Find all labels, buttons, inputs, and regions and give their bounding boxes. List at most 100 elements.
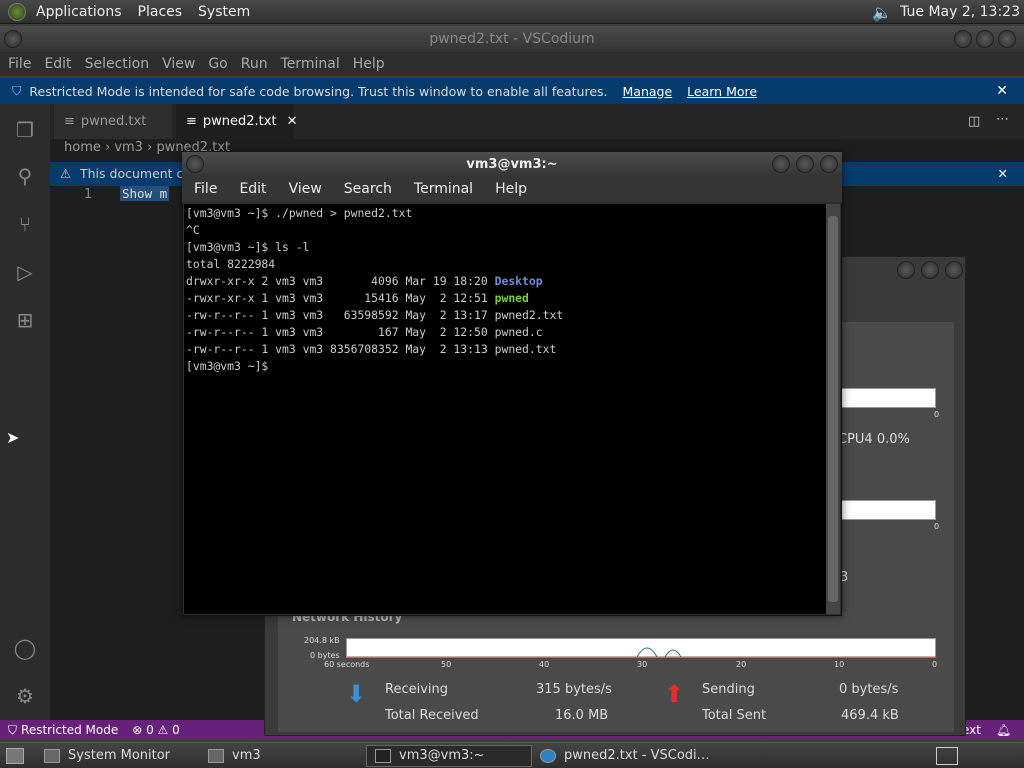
maximize-button[interactable]: [921, 261, 939, 279]
tab-label: pwned.txt: [80, 114, 147, 129]
task-terminal[interactable]: vm3@vm3:~: [366, 744, 532, 767]
split-editor-icon[interactable]: ◫: [968, 114, 980, 129]
distro-logo-icon[interactable]: [8, 2, 26, 21]
term-menu-view[interactable]: View: [289, 181, 322, 197]
upload-arrow-icon: ⬆: [664, 680, 685, 708]
show-desktop-icon[interactable]: [6, 747, 24, 764]
applications-menu[interactable]: Applications: [36, 4, 122, 20]
vscode-titlebar[interactable]: pwned2.txt - VSCodium: [0, 26, 1024, 52]
menu-terminal[interactable]: Terminal: [281, 56, 340, 72]
menu-go[interactable]: Go: [208, 56, 227, 72]
receiving-value: 315 bytes/s: [536, 682, 612, 697]
network-graph: [346, 638, 937, 658]
close-button[interactable]: [820, 155, 838, 173]
term-menu-help[interactable]: Help: [495, 181, 527, 197]
warning-icon: ⚠: [60, 166, 72, 181]
line-number: 1: [84, 187, 93, 202]
menu-help[interactable]: Help: [353, 56, 385, 72]
terminal-line: ^C: [186, 223, 200, 237]
minimize-button[interactable]: [897, 261, 915, 279]
window-menu-button[interactable]: [4, 30, 22, 48]
close-icon[interactable]: ✕: [996, 83, 1008, 99]
menu-edit[interactable]: Edit: [44, 56, 71, 72]
term-menu-file[interactable]: File: [194, 181, 217, 197]
network-graph-lines: [347, 647, 937, 658]
menu-view[interactable]: View: [162, 56, 195, 72]
terminal-line: -rw-r--r-- 1 vm3 vm3 63598592 May 2 13:1…: [186, 308, 564, 322]
close-icon[interactable]: ✕: [998, 166, 1008, 181]
receiving-label: Receiving: [385, 682, 449, 697]
file-lines-icon: ≡: [186, 114, 197, 129]
source-control-icon[interactable]: ⑂: [13, 212, 37, 236]
window-menu-button[interactable]: [186, 155, 204, 173]
sending-value: 0 bytes/s: [839, 682, 899, 697]
close-icon[interactable]: ✕: [287, 114, 298, 129]
terminal-line: total 8222984: [186, 257, 276, 271]
minimize-button[interactable]: [772, 155, 790, 173]
dir-name: Desktop: [494, 274, 543, 288]
net-x-label: 10: [834, 660, 845, 669]
breadcrumb-home[interactable]: home: [64, 140, 101, 155]
task-label: pwned2.txt - VSCodi…: [564, 748, 710, 763]
system-menu[interactable]: System: [198, 4, 250, 20]
net-x-label: 20: [736, 660, 747, 669]
menu-file[interactable]: File: [8, 56, 31, 72]
minimize-button[interactable]: [954, 30, 972, 48]
net-x-label: 0: [932, 660, 938, 669]
term-menu-edit[interactable]: Edit: [239, 181, 266, 197]
learn-more-link[interactable]: Learn More: [687, 84, 757, 99]
account-icon[interactable]: ◯: [13, 636, 37, 660]
close-button[interactable]: [945, 261, 963, 279]
restricted-label: Restricted Mode: [21, 723, 119, 737]
cpu-axis-zero: 0: [934, 410, 940, 419]
shield-icon: ⛉: [12, 83, 22, 98]
term-menu-terminal[interactable]: Terminal: [414, 181, 473, 197]
task-system-monitor[interactable]: System Monitor: [36, 745, 200, 767]
maximize-button[interactable]: [976, 30, 994, 48]
breadcrumb-vm3[interactable]: vm3: [114, 140, 143, 155]
shield-icon: ⛉: [8, 722, 18, 737]
menu-run[interactable]: Run: [241, 56, 268, 72]
task-label: System Monitor: [68, 748, 171, 763]
scrollbar-thumb[interactable]: [828, 216, 838, 602]
exe-name: pwned: [494, 291, 529, 305]
bell-icon[interactable]: 🔔︎: [996, 723, 1011, 737]
task-vscodium[interactable]: pwned2.txt - VSCodi…: [532, 745, 732, 767]
maximize-button[interactable]: [796, 155, 814, 173]
file-name: pwned2.txt: [494, 308, 564, 322]
gear-icon[interactable]: ⚙: [13, 684, 37, 708]
editor-line[interactable]: Show m: [120, 186, 170, 201]
memory-graph: [840, 500, 936, 520]
places-menu[interactable]: Places: [138, 4, 183, 20]
clock[interactable]: Tue May 2, 13:23: [900, 4, 1020, 20]
tab-pwned2-txt[interactable]: ≡ pwned2.txt ✕: [176, 104, 297, 139]
menu-selection[interactable]: Selection: [85, 56, 150, 72]
net-x-label: 40: [539, 660, 550, 669]
file-name: pwned.txt: [494, 342, 557, 356]
close-button[interactable]: [998, 30, 1016, 48]
net-y-top: 204.8 kB: [304, 636, 340, 645]
explorer-icon[interactable]: ❐: [13, 118, 37, 142]
run-debug-icon[interactable]: ▷: [13, 260, 37, 284]
terminal-output[interactable]: [vm3@vm3 ~]$ ./pwned > pwned2.txt ^C [vm3@…: [184, 204, 826, 614]
extensions-icon[interactable]: ⊞: [13, 308, 37, 332]
terminal-line: [vm3@vm3 ~]$: [186, 359, 276, 373]
system-monitor-icon: [44, 748, 60, 763]
tab-pwned-txt[interactable]: ≡ pwned.txt: [54, 104, 172, 139]
tab-label: pwned2.txt: [202, 114, 277, 129]
net-x-label: 30: [637, 660, 648, 669]
manage-link[interactable]: Manage: [623, 84, 673, 99]
task-vm3[interactable]: vm3: [200, 745, 366, 767]
terminal-title: vm3@vm3:~: [466, 156, 558, 172]
volume-icon[interactable]: 🔈: [872, 3, 892, 22]
term-menu-search[interactable]: Search: [344, 181, 392, 197]
activity-bar: ❐ ⚲ ⑂ ▷ ⊞ ◯ ⚙: [0, 104, 50, 720]
search-icon[interactable]: ⚲: [13, 164, 37, 188]
problems-status[interactable]: ⊗ 0 ⚠ 0: [132, 723, 180, 737]
net-x-label: 60 seconds: [324, 660, 370, 669]
workspace-switcher[interactable]: [936, 747, 958, 765]
more-actions-icon[interactable]: ⋯: [996, 112, 1009, 127]
terminal-titlebar[interactable]: vm3@vm3:~: [182, 152, 842, 176]
restricted-mode-status[interactable]: ⛉ Restricted Mode: [0, 720, 127, 740]
restricted-mode-banner: ⛉ Restricted Mode is intended for safe c…: [0, 78, 1024, 104]
